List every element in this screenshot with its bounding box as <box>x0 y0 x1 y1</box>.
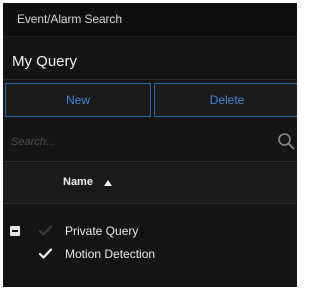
checkmark-icon[interactable] <box>39 248 52 259</box>
list-item-label: Motion Detection <box>65 247 156 261</box>
list-column-header <box>3 163 297 204</box>
search-input[interactable] <box>11 132 266 152</box>
list-item-private-query[interactable]: Private Query <box>3 220 297 242</box>
name-column-header[interactable]: Name <box>63 176 93 188</box>
divider <box>3 79 297 80</box>
search-bar <box>3 123 297 162</box>
checkmark-icon[interactable] <box>39 225 52 236</box>
list-item-label: Private Query <box>65 224 139 238</box>
list-item-motion-detection[interactable]: Motion Detection <box>3 243 297 265</box>
my-query-header: My Query <box>12 53 78 70</box>
collapse-icon[interactable] <box>10 226 20 236</box>
event-alarm-search-panel: Event/Alarm Search My Query New Delete N… <box>3 3 297 287</box>
sort-ascending-icon[interactable] <box>104 180 112 186</box>
title-bar: Event/Alarm Search <box>3 3 297 37</box>
new-button[interactable]: New <box>5 83 151 117</box>
search-icon[interactable] <box>277 132 295 150</box>
delete-button[interactable]: Delete <box>154 83 297 117</box>
window-title: Event/Alarm Search <box>17 12 122 26</box>
